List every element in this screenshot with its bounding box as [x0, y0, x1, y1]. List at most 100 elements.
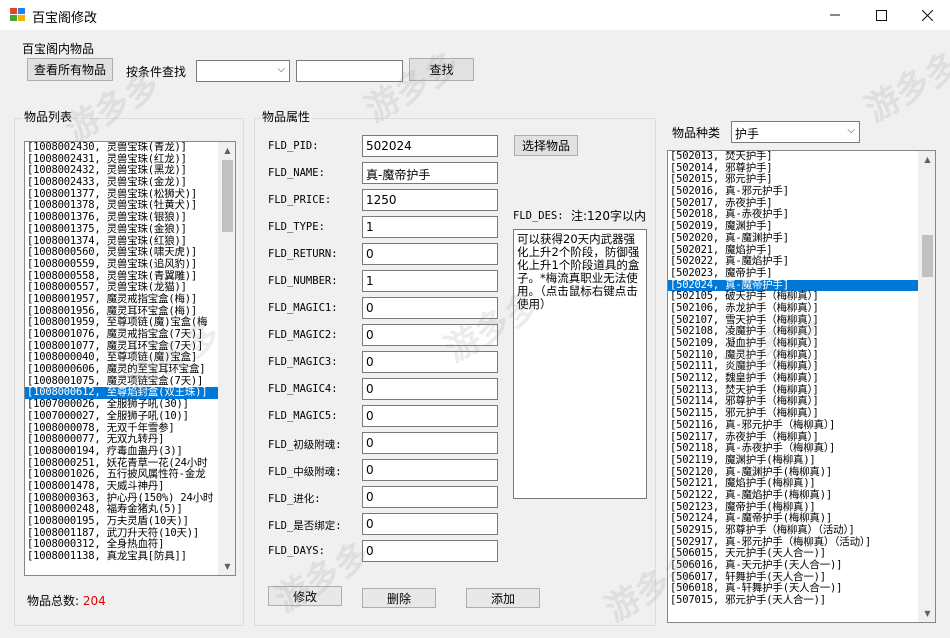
field-input[interactable]: 0 [362, 405, 498, 427]
category-scrollbar[interactable]: ▲ ▼ [918, 151, 935, 622]
field-input[interactable]: 1250 [362, 189, 498, 211]
field-label: FLD_RETURN: [268, 248, 338, 260]
category-list-row[interactable]: [502013, 焚天护手] [668, 151, 935, 163]
category-label: 物品种类 [672, 126, 721, 140]
minimize-button[interactable] [812, 0, 858, 30]
item-list-scrollbar[interactable]: ▲ ▼ [218, 142, 235, 575]
modify-button[interactable]: 修改 [268, 586, 342, 606]
field-label: FLD_MAGIC1: [268, 302, 338, 314]
category-rows: [502013, 焚天护手] [502014, 邪尊护手] [502015, 邪元护… [668, 151, 935, 607]
category-list-row[interactable]: [502915, 邪尊护手（梅柳真）（活动）] [668, 524, 935, 537]
window-title: 百宝阁修改 [32, 11, 98, 26]
field-input[interactable]: 0 [362, 486, 498, 508]
category-select[interactable]: 护手 ⌵ [731, 121, 860, 143]
category-list-row[interactable]: [507015, 邪元护手(天人合一)] [668, 594, 935, 607]
item-rows: [1008002430, 灵兽宝珠(青龙)] [1008002431, 灵兽宝珠(… [25, 142, 235, 563]
chevron-down-icon: ⌵ [277, 64, 285, 75]
item-list-row[interactable]: [1008001957, 魔灵戒指宝盒(梅)] [25, 293, 235, 306]
scroll-up-icon[interactable]: ▲ [919, 151, 935, 168]
category-selected: 护手 [735, 127, 760, 141]
category-list-row[interactable]: [502112, 魏皇护手（梅柳真）] [668, 372, 935, 385]
field-label: FLD_TYPE: [268, 221, 325, 233]
field-label: FLD_MAGIC5: [268, 410, 338, 422]
field-label: FLD_MAGIC4: [268, 383, 338, 395]
item-list-row[interactable]: [1008002433, 灵兽宝珠(金龙)] [25, 176, 235, 189]
item-list-row[interactable]: [1008001478, 天威斗神丹] [25, 480, 235, 493]
field-label: FLD_PID: [268, 140, 319, 152]
app-icon [10, 8, 26, 22]
total-label: 物品总数: 204 [27, 592, 106, 609]
watermark-logo: 游多多 [858, 44, 950, 131]
description-textarea[interactable]: 可以获得20天内武器强化上升2个阶段，防御强化上升1个阶段道具的盒子。*梅流真职… [513, 229, 647, 499]
item-list-row[interactable]: [1008000559, 灵兽宝珠(追风豹)] [25, 258, 235, 271]
item-list-row[interactable]: [1008002430, 灵兽宝珠(青龙)] [25, 142, 235, 154]
item-list-row[interactable]: [1007000027, 全服狮子吼(10)] [25, 410, 235, 423]
field-input[interactable]: 0 [362, 378, 498, 400]
field-label: FLD_进化: [268, 493, 321, 505]
add-button[interactable]: 添加 [466, 588, 540, 608]
total-label-text: 物品总数: [27, 594, 80, 608]
scroll-down-icon[interactable]: ▼ [919, 605, 935, 622]
close-button[interactable] [904, 0, 950, 30]
des-note: 注:120字以内 [571, 209, 646, 223]
field-label: FLD_NUMBER: [268, 275, 338, 287]
delete-button[interactable]: 删除 [362, 588, 436, 608]
field-input[interactable]: 1 [362, 216, 498, 238]
scroll-thumb[interactable] [922, 235, 933, 277]
field-input[interactable]: 0 [362, 297, 498, 319]
field-input[interactable]: 0 [362, 540, 498, 562]
field-label: FLD_MAGIC3: [268, 356, 338, 368]
item-list-title: 物品列表 [22, 108, 75, 125]
field-label: FLD_MAGIC2: [268, 329, 338, 341]
field-input[interactable]: 0 [362, 513, 498, 535]
search-button[interactable]: 查找 [409, 58, 474, 81]
scroll-down-icon[interactable]: ▼ [219, 558, 235, 575]
field-input[interactable]: 0 [362, 243, 498, 265]
minimize-icon [830, 14, 840, 16]
field-input[interactable]: 0 [362, 351, 498, 373]
field-input[interactable]: 0 [362, 459, 498, 481]
field-input[interactable]: 真-魔帝护手 [362, 162, 498, 184]
scroll-thumb[interactable] [222, 160, 233, 232]
field-input[interactable]: 0 [362, 432, 498, 454]
field-input[interactable]: 502024 [362, 135, 498, 157]
category-list-row[interactable]: [502020, 真-魔渊护手] [668, 232, 935, 245]
field-label: FLD_中级附魂: [268, 466, 342, 478]
total-value: 204 [82, 594, 106, 608]
category-list-row[interactable]: [502119, 魔渊护手(梅柳真)] [668, 454, 935, 467]
close-icon [921, 9, 933, 21]
category-list-row[interactable]: [502109, 凝血护手（梅柳真）] [668, 337, 935, 350]
field-input[interactable]: 0 [362, 324, 498, 346]
item-list-row[interactable]: [1008001138, 真龙宝具[防具]] [25, 550, 235, 563]
category-list-row[interactable]: [502016, 真-邪元护手] [668, 185, 935, 198]
item-list-row[interactable]: [1008000195, 万夫灵盾(10天)] [25, 515, 235, 528]
item-list-row[interactable]: [1008001076, 魔灵戒指宝盒(7天)] [25, 328, 235, 341]
field-label: FLD_是否绑定: [268, 520, 342, 532]
field-label: FLD_NAME: [268, 167, 325, 179]
item-list-row[interactable]: [1008000194, 疗毒血蛊丹(3)] [25, 445, 235, 458]
field-label: FLD_DAYS: [268, 545, 325, 557]
title-bar [0, 0, 950, 30]
item-listbox[interactable]: [1008002430, 灵兽宝珠(青龙)] [1008002431, 灵兽宝珠(… [24, 141, 236, 576]
category-list-row[interactable]: [502122, 真-魔焰护手(梅柳真)] [668, 489, 935, 502]
field-label: FLD_初级附魂: [268, 439, 342, 451]
category-list-row[interactable]: [502116, 真-邪元护手（梅柳真）] [668, 419, 935, 432]
des-label: FLD_DES: [513, 210, 564, 222]
category-list-row[interactable]: [502106, 赤龙护手（梅柳真）] [668, 302, 935, 315]
item-list-row[interactable]: [1008001375, 灵兽宝珠(金狼)] [25, 223, 235, 236]
field-input[interactable]: 1 [362, 270, 498, 292]
maximize-icon [875, 9, 887, 21]
select-item-button[interactable]: 选择物品 [514, 135, 578, 156]
item-list-row[interactable]: [1008000606, 魔灵的至宝耳环宝盒] [25, 363, 235, 376]
scroll-up-icon[interactable]: ▲ [219, 142, 235, 159]
chevron-down-icon: ⌵ [847, 125, 855, 136]
field-label: FLD_PRICE: [268, 194, 332, 206]
category-listbox[interactable]: [502013, 焚天护手] [502014, 邪尊护手] [502015, 邪元护… [667, 150, 936, 623]
category-list-row[interactable]: [502023, 魔帝护手] [668, 267, 935, 280]
search-by-label: 按条件查找 [126, 65, 187, 79]
category-list-row[interactable]: [506016, 真-天元护手(天人合一)] [668, 559, 935, 572]
maximize-button[interactable] [858, 0, 904, 30]
view-all-button[interactable]: 查看所有物品 [27, 58, 113, 81]
search-input[interactable] [296, 60, 403, 82]
condition-select[interactable]: ⌵ [196, 60, 290, 82]
